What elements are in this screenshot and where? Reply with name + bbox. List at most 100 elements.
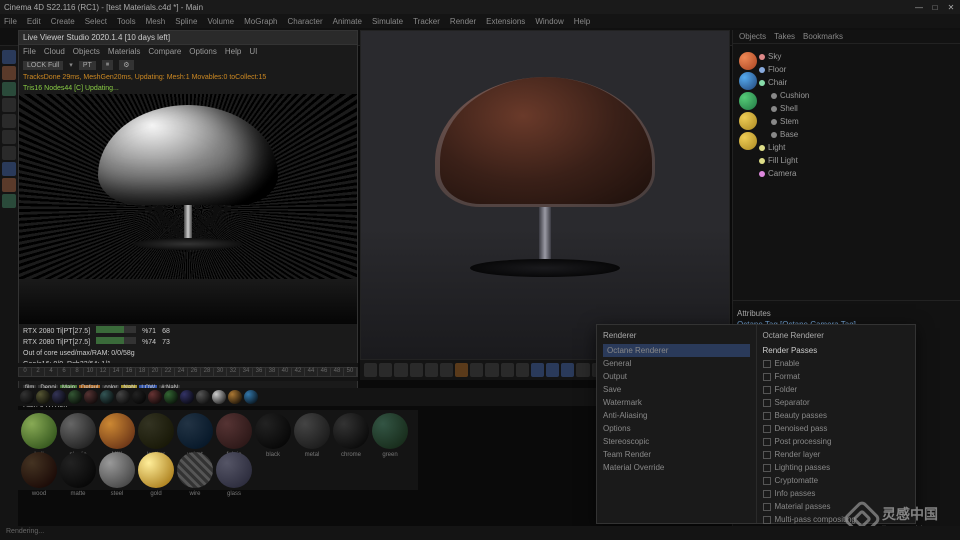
pass-folder[interactable]: Folder — [763, 383, 910, 396]
viewport-3d[interactable]: ⊹ — [360, 30, 730, 360]
menu-mograph[interactable]: MoGraph — [244, 17, 277, 26]
menu-select[interactable]: Select — [85, 17, 107, 26]
tool-scale-icon[interactable] — [2, 66, 16, 80]
material-velvet[interactable]: velvet — [177, 413, 213, 449]
swatch-13[interactable] — [228, 390, 242, 404]
tool-rotate-icon[interactable] — [2, 82, 16, 96]
pause-icon[interactable]: ⏸ — [102, 60, 114, 70]
rset-output[interactable]: Output — [603, 370, 750, 383]
menu-spline[interactable]: Spline — [175, 17, 197, 26]
material-gold[interactable]: gold — [138, 452, 174, 488]
tab-takes[interactable]: Takes — [774, 32, 795, 41]
timeline[interactable]: 0246810121416182022242628303234363840424… — [18, 363, 358, 381]
menu-edit[interactable]: Edit — [27, 17, 41, 26]
tool-snap-icon[interactable] — [2, 130, 16, 144]
menu-volume[interactable]: Volume — [207, 17, 234, 26]
rset-material override[interactable]: Material Override — [603, 461, 750, 474]
menu-animate[interactable]: Animate — [333, 17, 362, 26]
material-MIX[interactable]: MIX — [99, 413, 135, 449]
filter-button[interactable]: PT — [79, 61, 96, 70]
viewport-tool-8[interactable] — [485, 363, 498, 377]
material-metal[interactable]: metal — [294, 413, 330, 449]
pass-denoised pass[interactable]: Denoised pass — [763, 422, 910, 435]
object-mesh-icon[interactable] — [739, 92, 757, 110]
tree-node-cushion[interactable]: Cushion — [759, 89, 956, 102]
rset-options[interactable]: Options — [603, 422, 750, 435]
tool-workplane-icon[interactable] — [2, 146, 16, 160]
viewport-tool-13[interactable] — [561, 363, 574, 377]
material-matte[interactable]: matte — [60, 452, 96, 488]
swatch-10[interactable] — [180, 390, 194, 404]
tree-node-fill light[interactable]: Fill Light — [759, 154, 956, 167]
object-light-icon[interactable] — [739, 112, 757, 130]
pass-render layer[interactable]: Render layer — [763, 448, 910, 461]
viewport-tool-2[interactable] — [394, 363, 407, 377]
pass-enable[interactable]: Enable — [763, 357, 910, 370]
pass-format[interactable]: Format — [763, 370, 910, 383]
rset-stereoscopic[interactable]: Stereoscopic — [603, 435, 750, 448]
tool-polys-icon[interactable] — [2, 194, 16, 208]
minimize-icon[interactable]: — — [914, 3, 924, 12]
rset-anti-aliasing[interactable]: Anti-Aliasing — [603, 409, 750, 422]
viewport-tool-5[interactable] — [440, 363, 453, 377]
tree-node-chair[interactable]: Chair — [759, 76, 956, 89]
swatch-2[interactable] — [52, 390, 66, 404]
swatch-6[interactable] — [116, 390, 130, 404]
pass-info passes[interactable]: Info passes — [763, 487, 910, 500]
tool-select-icon[interactable] — [2, 98, 16, 112]
lv-menu-ui[interactable]: UI — [249, 47, 257, 56]
tool-axis-icon[interactable] — [2, 114, 16, 128]
menu-create[interactable]: Create — [51, 17, 75, 26]
render-preview[interactable] — [19, 94, 357, 324]
menu-help[interactable]: Help — [574, 17, 590, 26]
tree-node-shell[interactable]: Shell — [759, 102, 956, 115]
material-bell[interactable]: bell — [21, 413, 57, 449]
viewport-tool-11[interactable] — [531, 363, 544, 377]
menu-file[interactable]: File — [4, 17, 17, 26]
material-wire[interactable]: wire — [177, 452, 213, 488]
viewport-tool-7[interactable] — [470, 363, 483, 377]
swatch-8[interactable] — [148, 390, 162, 404]
object-light2-icon[interactable] — [739, 132, 757, 150]
lv-menu-help[interactable]: Help — [225, 47, 241, 56]
pass-beauty passes[interactable]: Beauty passes — [763, 409, 910, 422]
tree-node-floor[interactable]: Floor — [759, 63, 956, 76]
settings-icon[interactable]: ⚙ — [119, 60, 133, 70]
swatch-0[interactable] — [20, 390, 34, 404]
tool-points-icon[interactable] — [2, 162, 16, 176]
tab-bookmarks[interactable]: Bookmarks — [803, 32, 843, 41]
pass-separator[interactable]: Separator — [763, 396, 910, 409]
rset-watermark[interactable]: Watermark — [603, 396, 750, 409]
material-leather[interactable]: leather — [138, 413, 174, 449]
swatch-12[interactable] — [212, 390, 226, 404]
swatch-4[interactable] — [84, 390, 98, 404]
viewport-tool-3[interactable] — [410, 363, 423, 377]
lv-menu-cloud[interactable]: Cloud — [44, 47, 65, 56]
material-fabric[interactable]: fabric — [216, 413, 252, 449]
viewport-tool-4[interactable] — [425, 363, 438, 377]
swatch-11[interactable] — [196, 390, 210, 404]
pass-post processing[interactable]: Post processing — [763, 435, 910, 448]
pass-lighting passes[interactable]: Lighting passes — [763, 461, 910, 474]
maximize-icon[interactable]: □ — [930, 3, 940, 12]
swatch-5[interactable] — [100, 390, 114, 404]
material-wood[interactable]: wood — [21, 452, 57, 488]
swatch-7[interactable] — [132, 390, 146, 404]
material-black[interactable]: black — [255, 413, 291, 449]
tool-move-icon[interactable] — [2, 50, 16, 64]
menu-render[interactable]: Render — [450, 17, 476, 26]
lv-menu-options[interactable]: Options — [189, 47, 217, 56]
material-green[interactable]: green — [372, 413, 408, 449]
menu-character[interactable]: Character — [287, 17, 322, 26]
tree-node-stem[interactable]: Stem — [759, 115, 956, 128]
viewport-tool-10[interactable] — [516, 363, 529, 377]
menu-tracker[interactable]: Tracker — [413, 17, 440, 26]
lv-menu-objects[interactable]: Objects — [73, 47, 100, 56]
viewport-tool-12[interactable] — [546, 363, 559, 377]
tab-objects[interactable]: Objects — [739, 32, 766, 41]
rset-general[interactable]: General — [603, 357, 750, 370]
swatch-14[interactable] — [244, 390, 258, 404]
tree-node-base[interactable]: Base — [759, 128, 956, 141]
menu-simulate[interactable]: Simulate — [372, 17, 403, 26]
pass-cryptomatte[interactable]: Cryptomatte — [763, 474, 910, 487]
